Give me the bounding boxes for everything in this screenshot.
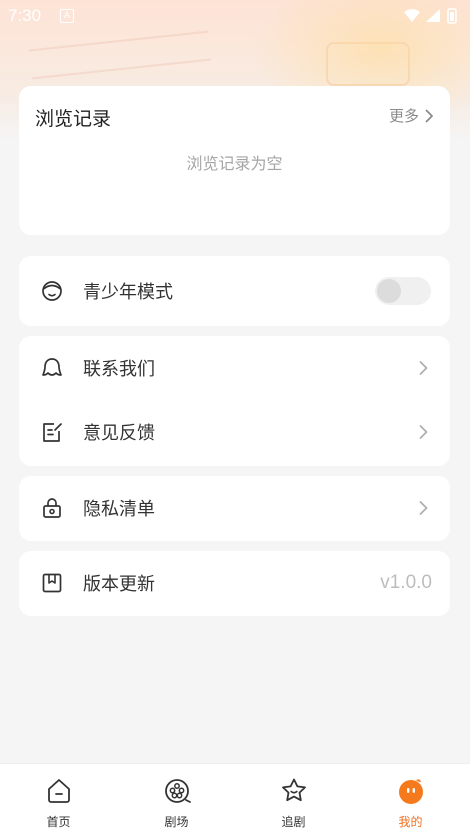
youth-face-icon (42, 281, 62, 301)
history-title: 浏览记录 (35, 108, 112, 130)
privacy-list-row[interactable]: 隐私清单 (19, 476, 450, 540)
status-icons (402, 7, 460, 30)
status-bar: 7:30 A (0, 0, 470, 32)
feedback-label: 意见反馈 (83, 423, 155, 444)
tab-label: 首页 (46, 815, 71, 829)
history-more-link[interactable]: 更多 (389, 105, 434, 126)
star-icon (281, 778, 306, 802)
film-reel-icon (164, 779, 191, 803)
youth-mode-card: 青少年模式 (19, 256, 450, 326)
wifi-signal-battery-icon (404, 8, 457, 24)
bookmark-box-icon (42, 573, 62, 593)
version-card: 版本更新 v1.0.0 (19, 551, 450, 616)
edit-note-icon (43, 423, 62, 442)
chevron-right-icon (419, 425, 428, 439)
lock-icon (43, 498, 61, 518)
history-card: 浏览记录 更多 浏览记录为空 (19, 86, 450, 235)
chevron-right-icon (419, 501, 428, 515)
version-number: v1.0.0 (380, 572, 432, 593)
banner-decoration (326, 42, 410, 86)
tab-label: 剧场 (164, 815, 189, 829)
tab-theater[interactable]: 剧场 (118, 764, 235, 836)
version-update-row[interactable]: 版本更新 v1.0.0 (19, 551, 450, 615)
toggle-knob (377, 279, 401, 303)
support-card: 联系我们 意见反馈 (19, 336, 450, 466)
home-icon (47, 779, 70, 803)
youth-mode-toggle[interactable] (375, 277, 431, 305)
chat-bubble-icon (42, 358, 62, 376)
youth-mode-row: 青少年模式 (19, 259, 450, 323)
status-time: 7:30 (8, 6, 42, 25)
privacy-card: 隐私清单 (19, 476, 450, 541)
privacy-list-label: 隐私清单 (83, 499, 155, 520)
bottom-tab-bar: 首页 剧场 追剧 我的 (0, 763, 470, 836)
tab-mine[interactable]: 我的 (352, 764, 469, 836)
youth-mode-label: 青少年模式 (83, 282, 173, 303)
contact-us-label: 联系我们 (83, 359, 155, 380)
chevron-right-icon (425, 109, 433, 122)
profile-mascot-icon (398, 779, 423, 804)
chevron-right-icon (419, 361, 428, 375)
more-label: 更多 (388, 107, 419, 125)
version-update-label: 版本更新 (83, 574, 155, 595)
feedback-row[interactable]: 意见反馈 (19, 400, 450, 464)
tab-label: 我的 (398, 815, 423, 829)
film-strip-decoration (28, 30, 212, 80)
tab-home[interactable]: 首页 (0, 764, 117, 836)
history-empty-text: 浏览记录为空 (186, 154, 283, 173)
tab-follow[interactable]: 追剧 (235, 764, 352, 836)
contact-us-row[interactable]: 联系我们 (19, 336, 450, 400)
tab-label: 追剧 (281, 815, 306, 829)
status-indicator-icon: A (60, 9, 74, 23)
